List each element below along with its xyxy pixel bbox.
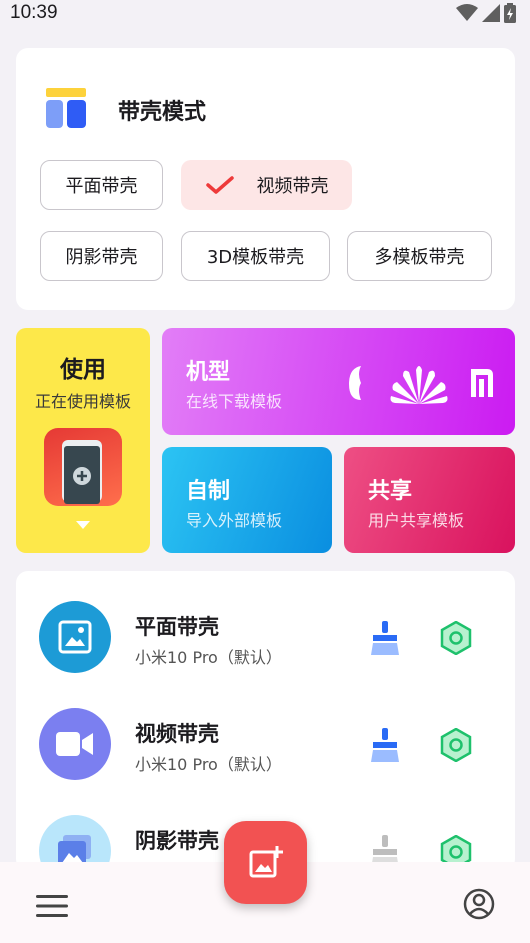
image-icon: [39, 601, 111, 673]
use-title: 使用: [60, 357, 106, 383]
diy-tile[interactable]: 自制 导入外部模板: [162, 447, 332, 553]
status-icons: [456, 3, 516, 23]
chip-label: 3D模板带壳: [206, 247, 305, 268]
clean-icon[interactable]: [370, 728, 400, 762]
chip-multi-shell[interactable]: 多模板带壳: [347, 231, 492, 281]
chip-3d-shell[interactable]: 3D模板带壳: [181, 231, 330, 281]
hex-settings-icon[interactable]: [440, 728, 472, 762]
menu-icon[interactable]: [36, 894, 68, 918]
wifi-icon: [456, 4, 478, 21]
signal-icon: [482, 4, 500, 22]
list-item[interactable]: 平面带壳 小米10 Pro（默认）: [16, 571, 515, 677]
list-item-subtitle: 小米10 Pro（默认）: [135, 755, 282, 774]
use-tile[interactable]: 使用 正在使用模板: [16, 328, 150, 553]
status-time: 10:39: [10, 2, 58, 23]
model-tile[interactable]: 机型 在线下载模板: [162, 328, 515, 435]
chip-label: 平面带壳: [65, 176, 138, 197]
chip-flat-shell[interactable]: 平面带壳: [40, 160, 163, 210]
diy-title: 自制: [186, 479, 231, 504]
chip-video-shell[interactable]: 视频带壳: [181, 160, 352, 210]
status-bar: 10:39: [0, 0, 530, 28]
model-title: 机型: [186, 360, 231, 385]
model-subtitle: 在线下载模板: [186, 392, 283, 411]
add-photo-icon: [249, 845, 283, 877]
video-icon: [39, 708, 111, 780]
chip-label: 阴影带壳: [65, 247, 138, 268]
use-subtitle: 正在使用模板: [34, 392, 131, 411]
mode-title: 带壳模式: [118, 100, 207, 125]
shell-mode-card: 带壳模式 平面带壳 视频带壳 阴影带壳 3D模板带壳 多模板带壳: [16, 48, 515, 310]
huawei-logo-icon: [390, 366, 448, 404]
expand-arrow-icon: [76, 521, 90, 529]
xiaomi-logo-icon: [471, 369, 493, 397]
list-item-title: 阴影带壳: [135, 829, 219, 853]
list-item[interactable]: 视频带壳 小米10 Pro（默认）: [16, 678, 515, 784]
add-image-fab[interactable]: [224, 821, 307, 904]
hex-settings-icon[interactable]: [440, 621, 472, 655]
phone-template-icon: [44, 428, 122, 506]
chip-shadow-shell[interactable]: 阴影带壳: [40, 231, 163, 281]
share-subtitle: 用户共享模板: [368, 511, 465, 530]
list-item-title: 平面带壳: [135, 615, 219, 639]
battery-icon: [504, 3, 516, 23]
list-item-title: 视频带壳: [135, 722, 219, 746]
account-icon[interactable]: [463, 888, 495, 920]
brand-logos: [347, 360, 493, 406]
share-title: 共享: [368, 479, 413, 504]
apple-logo-icon: [349, 366, 361, 400]
diy-subtitle: 导入外部模板: [186, 511, 283, 530]
chip-label: 视频带壳: [256, 176, 329, 197]
check-icon: [205, 176, 234, 194]
clean-icon[interactable]: [370, 621, 400, 655]
list-item-subtitle: 小米10 Pro（默认）: [135, 648, 282, 667]
share-tile[interactable]: 共享 用户共享模板: [344, 447, 515, 553]
template-logo-icon: [46, 88, 86, 128]
chip-label: 多模板带壳: [374, 247, 465, 268]
